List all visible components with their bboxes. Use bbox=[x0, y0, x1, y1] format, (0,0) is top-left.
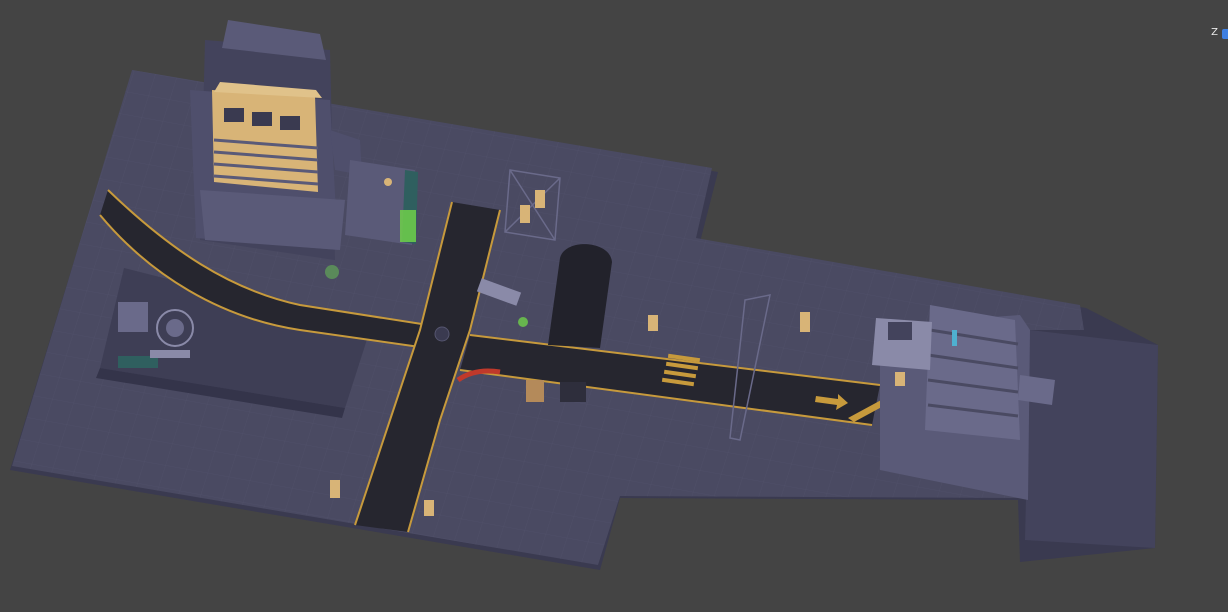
tree bbox=[325, 265, 339, 279]
tall-building bbox=[190, 20, 362, 260]
3d-viewport[interactable]: Z bbox=[0, 0, 1228, 608]
large-building-right bbox=[872, 305, 1158, 548]
shop-building bbox=[345, 160, 418, 245]
axis-z-marker-icon[interactable] bbox=[1222, 29, 1228, 39]
manhole bbox=[434, 326, 450, 342]
axis-z-label[interactable]: Z bbox=[1211, 27, 1218, 38]
scene-render bbox=[10, 20, 1158, 570]
green-lamp bbox=[518, 317, 528, 327]
